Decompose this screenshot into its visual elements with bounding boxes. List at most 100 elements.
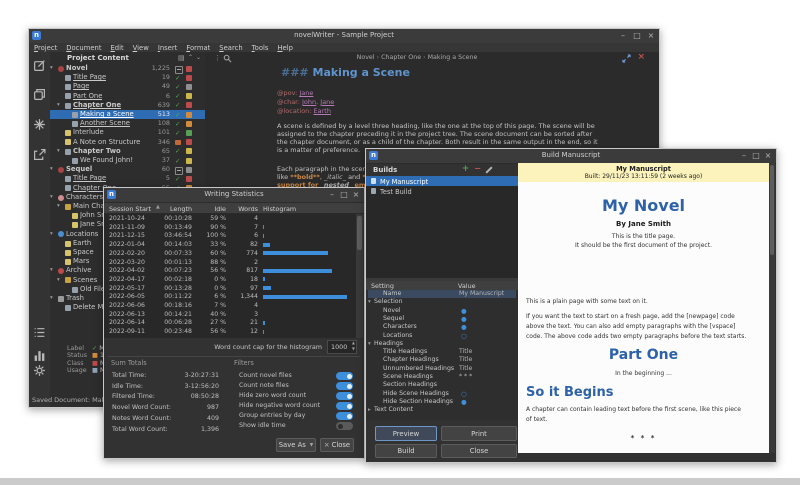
tree-item-page[interactable]: Page49✓ bbox=[50, 82, 205, 91]
tree-item-sequel[interactable]: ▾Sequel60 bbox=[50, 165, 205, 174]
expand-arrow-icon[interactable]: ▾ bbox=[57, 147, 60, 156]
menu-search[interactable]: Search bbox=[219, 44, 242, 52]
setting-label-hide-section-headings[interactable]: Hide Section Headings bbox=[383, 398, 453, 406]
pages-icon[interactable] bbox=[33, 88, 46, 101]
stats-row-2022-06-06[interactable]: 2022-06-0600:18:167 %4 bbox=[104, 301, 356, 310]
remove-build-icon[interactable]: − bbox=[474, 164, 481, 174]
meta-tag-link[interactable]: Jane bbox=[299, 89, 313, 97]
setting-label-chapter-headings[interactable]: Chapter Headings bbox=[383, 356, 439, 364]
meta-tag-link[interactable]: John bbox=[302, 98, 316, 106]
stats-row-2021-10-24[interactable]: 2021-10-2400:10:2859 %4 bbox=[104, 214, 356, 223]
expand-arrow-icon[interactable]: ▾ bbox=[50, 193, 53, 202]
tree-item-interlude[interactable]: Interlude101✓ bbox=[50, 128, 205, 137]
menu-project[interactable]: Project bbox=[34, 44, 57, 52]
move-up-icon[interactable]: ⌃ bbox=[188, 54, 193, 61]
stats-row-2022-09-11[interactable]: 2022-09-1100:23:4856 %12 bbox=[104, 327, 356, 336]
setting-label-sequel[interactable]: Sequel bbox=[383, 315, 404, 323]
histogram-cap-spinbox[interactable]: 1000 ▲ ▼ bbox=[327, 340, 357, 354]
stats-row-2021-12-15[interactable]: 2021-12-1503:46:54100 %6 bbox=[104, 231, 356, 240]
col-length[interactable]: Length bbox=[164, 205, 192, 213]
novel-star-icon[interactable] bbox=[33, 118, 46, 131]
tree-item-chapter-one[interactable]: ▾Chapter One639✓ bbox=[50, 101, 205, 110]
maximize-button[interactable]: □ bbox=[338, 189, 350, 201]
tree-item-another-scene[interactable]: Another Scene108✓ bbox=[50, 119, 205, 128]
tree-item-a-note-on-structure[interactable]: A Note on Structure346 bbox=[50, 138, 205, 147]
stats-row-2022-01-04[interactable]: 2022-01-0400:14:0333 %82 bbox=[104, 240, 356, 249]
spin-down-icon[interactable]: ▼ bbox=[352, 346, 355, 351]
close-button[interactable]: × bbox=[350, 189, 362, 201]
col-idle[interactable]: Idle bbox=[204, 205, 226, 213]
filter-toggle-count-novel-files[interactable] bbox=[336, 372, 353, 380]
expand-arrow-icon[interactable]: ▾ bbox=[368, 298, 371, 306]
setting-label-section-headings[interactable]: Section Headings bbox=[383, 381, 437, 389]
expand-arrow-icon[interactable]: ▾ bbox=[57, 101, 60, 110]
build-titlebar[interactable]: n Build Manuscript – □ × bbox=[366, 149, 776, 164]
tree-item-chapter-two[interactable]: ▾Chapter Two65✓ bbox=[50, 147, 205, 156]
stats-chart-icon[interactable] bbox=[33, 349, 46, 362]
filter-toggle-hide-zero-word-count[interactable] bbox=[336, 392, 353, 400]
tree-item-title-page[interactable]: Title Page5✓ bbox=[50, 174, 205, 183]
outline-list-icon[interactable] bbox=[33, 326, 46, 339]
move-down-icon[interactable]: ⌄ bbox=[196, 54, 201, 61]
breadcrumb-item[interactable]: Novel bbox=[357, 54, 375, 61]
preview-button[interactable]: Preview bbox=[375, 426, 437, 441]
build-button[interactable]: Build bbox=[375, 444, 437, 458]
build-item-my-manuscript[interactable]: My Manuscript bbox=[366, 176, 518, 186]
stats-row-2021-11-09[interactable]: 2021-11-0900:13:4990 %7 bbox=[104, 223, 356, 232]
stats-row-2022-04-17[interactable]: 2022-04-1700:02:180 %18 bbox=[104, 275, 356, 284]
stats-row-2022-02-20[interactable]: 2022-02-2000:07:3360 %774 bbox=[104, 249, 356, 258]
stats-row-2022-03-20[interactable]: 2022-03-2000:01:1388 %2 bbox=[104, 258, 356, 267]
menu-document[interactable]: Document bbox=[66, 44, 101, 52]
setting-label-scene-headings[interactable]: Scene Headings bbox=[383, 373, 433, 381]
minimize-button[interactable]: – bbox=[738, 150, 750, 162]
expand-arrow-icon[interactable]: ▾ bbox=[368, 340, 371, 348]
minimize-button[interactable]: – bbox=[326, 189, 338, 201]
compose-icon[interactable] bbox=[33, 59, 46, 72]
col-words[interactable]: Words bbox=[232, 205, 258, 213]
maximize-editor-icon[interactable] bbox=[622, 54, 631, 63]
tree-item-making-a-scene[interactable]: Making a Scene513✓ bbox=[50, 110, 205, 119]
stats-titlebar[interactable]: n Writing Statistics – □ × bbox=[104, 188, 364, 203]
menu-insert[interactable]: Insert bbox=[158, 44, 178, 52]
add-build-icon[interactable]: + bbox=[462, 164, 469, 174]
tree-item-novel[interactable]: ▾Novel1,225 bbox=[50, 64, 205, 73]
setting-label-text-content[interactable]: Text Content bbox=[374, 406, 413, 414]
setting-label-headings[interactable]: Headings bbox=[374, 340, 403, 348]
stats-row-2022-06-13[interactable]: 2022-06-1300:14:2140 %3 bbox=[104, 310, 356, 319]
expand-arrow-icon[interactable]: ▾ bbox=[50, 230, 53, 239]
tree-item-we-found-john[interactable]: We Found John!37✓ bbox=[50, 156, 205, 165]
main-titlebar[interactable]: n novelWriter - Sample Project – □ × bbox=[29, 29, 659, 44]
stats-row-2022-06-05[interactable]: 2022-06-0500:11:226 %1,344 bbox=[104, 292, 356, 301]
close-stats-button[interactable]: ×Close bbox=[320, 438, 354, 452]
edit-build-icon[interactable] bbox=[485, 166, 492, 173]
stats-scrollbar[interactable] bbox=[356, 214, 363, 338]
setting-label-novel[interactable]: Novel bbox=[383, 307, 401, 315]
menu-edit[interactable]: Edit bbox=[110, 44, 123, 52]
filter-toggle-show-idle-time[interactable] bbox=[336, 422, 353, 430]
tree-item-part-one[interactable]: Part One6✓ bbox=[50, 92, 205, 101]
expand-arrow-icon[interactable]: ▾ bbox=[50, 64, 53, 73]
setting-label-hide-scene-headings[interactable]: Hide Scene Headings bbox=[383, 390, 449, 398]
setting-label-name[interactable]: Name bbox=[383, 290, 401, 298]
menu-help[interactable]: Help bbox=[277, 44, 293, 52]
stats-row-2022-06-14[interactable]: 2022-06-1400:06:2827 %21 bbox=[104, 318, 356, 327]
setting-label-characters[interactable]: Characters bbox=[383, 323, 417, 331]
expand-arrow-icon[interactable]: ▸ bbox=[368, 406, 371, 414]
setting-label-unnumbered-headings[interactable]: Unnumbered Headings bbox=[383, 365, 454, 373]
breadcrumb-item[interactable]: Making a Scene bbox=[428, 54, 478, 61]
expand-arrow-icon[interactable]: ▾ bbox=[57, 276, 60, 285]
menu-tools[interactable]: Tools bbox=[252, 44, 269, 52]
save-as-button[interactable]: Save As▼ bbox=[276, 438, 316, 452]
close-button[interactable]: × bbox=[645, 30, 657, 42]
stats-table-header[interactable]: Session Start ▲ Length Idle Words Histog… bbox=[104, 203, 364, 214]
meta-tag-link[interactable]: Earth bbox=[314, 107, 331, 115]
close-button[interactable]: × bbox=[762, 150, 774, 162]
col-histogram[interactable]: Histogram bbox=[263, 205, 296, 213]
filter-toggle-group-entries-by-day[interactable] bbox=[336, 412, 353, 420]
setting-label-title-headings[interactable]: Title Headings bbox=[383, 348, 427, 356]
close-document-icon[interactable]: × bbox=[637, 52, 645, 62]
expand-arrow-icon[interactable]: ▾ bbox=[50, 294, 53, 303]
filter-toggle-hide-negative-word-count[interactable] bbox=[336, 402, 353, 410]
settings-gear-icon[interactable] bbox=[33, 364, 46, 377]
quick-link-icon[interactable]: ▤ bbox=[178, 54, 185, 62]
